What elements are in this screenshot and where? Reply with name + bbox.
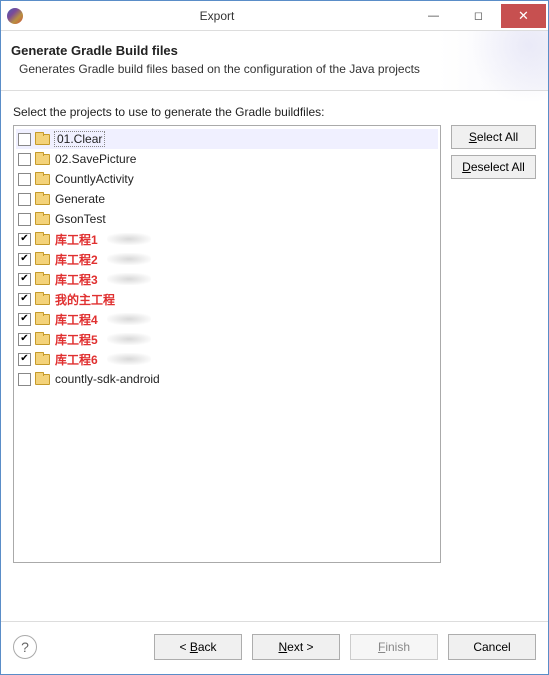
project-name: 库工程5 bbox=[54, 331, 99, 348]
folder-icon bbox=[35, 133, 50, 145]
project-row[interactable]: CountlyActivity bbox=[16, 169, 438, 189]
project-name: Generate bbox=[54, 192, 106, 206]
side-button-column: Select All Deselect All bbox=[451, 125, 536, 179]
button-bar: ? < Back Next > Finish Cancel bbox=[1, 621, 548, 674]
project-row[interactable]: 库工程4 bbox=[16, 309, 438, 329]
next-button[interactable]: Next > bbox=[252, 634, 340, 660]
project-name: 库工程1 bbox=[54, 231, 99, 248]
middle-row: 01.Clear 02.SavePicture CountlyActivity Gen… bbox=[13, 125, 536, 613]
eclipse-icon bbox=[7, 8, 23, 24]
project-name: 我的主工程 bbox=[54, 291, 116, 308]
page-title: Generate Gradle Build files bbox=[11, 43, 532, 58]
project-checkbox[interactable] bbox=[18, 273, 31, 286]
project-name: 库工程2 bbox=[54, 251, 99, 268]
maximize-button[interactable]: ◻ bbox=[456, 4, 501, 28]
project-checkbox[interactable] bbox=[18, 213, 31, 226]
titlebar: Export — ◻ ✕ bbox=[1, 1, 548, 31]
project-row[interactable]: 库工程3 bbox=[16, 269, 438, 289]
help-button[interactable]: ? bbox=[13, 635, 37, 659]
project-checkbox[interactable] bbox=[18, 313, 31, 326]
project-row[interactable]: 库工程2 bbox=[16, 249, 438, 269]
select-all-button[interactable]: Select All bbox=[451, 125, 536, 149]
close-button[interactable]: ✕ bbox=[501, 4, 546, 28]
project-checkbox[interactable] bbox=[18, 173, 31, 186]
project-row[interactable]: 我的主工程 bbox=[16, 289, 438, 309]
project-checkbox[interactable] bbox=[18, 133, 31, 146]
project-checkbox[interactable] bbox=[18, 153, 31, 166]
window-title: Export bbox=[23, 9, 411, 23]
folder-icon bbox=[35, 153, 50, 165]
project-name: 01.Clear bbox=[54, 131, 105, 147]
project-checkbox[interactable] bbox=[18, 333, 31, 346]
folder-icon bbox=[35, 193, 50, 205]
project-row[interactable]: 库工程6 bbox=[16, 349, 438, 369]
project-name: CountlyActivity bbox=[54, 172, 135, 186]
minimize-button[interactable]: — bbox=[411, 4, 456, 28]
folder-icon bbox=[35, 213, 50, 225]
project-name: 库工程6 bbox=[54, 351, 99, 368]
instruction-label: Select the projects to use to generate t… bbox=[13, 105, 536, 119]
folder-icon bbox=[35, 313, 50, 325]
project-row[interactable]: 01.Clear bbox=[16, 129, 438, 149]
cancel-button[interactable]: Cancel bbox=[448, 634, 536, 660]
project-checkbox[interactable] bbox=[18, 193, 31, 206]
project-checkbox[interactable] bbox=[18, 373, 31, 386]
folder-icon bbox=[35, 233, 50, 245]
project-row[interactable]: GsonTest bbox=[16, 209, 438, 229]
project-name: countly-sdk-android bbox=[54, 372, 161, 386]
redaction-smudge bbox=[107, 333, 151, 345]
project-checkbox[interactable] bbox=[18, 353, 31, 366]
folder-icon bbox=[35, 173, 50, 185]
project-list[interactable]: 01.Clear 02.SavePicture CountlyActivity Gen… bbox=[13, 125, 441, 563]
redaction-smudge bbox=[107, 353, 151, 365]
folder-icon bbox=[35, 353, 50, 365]
finish-button: Finish bbox=[350, 634, 438, 660]
redaction-smudge bbox=[107, 313, 151, 325]
project-row[interactable]: countly-sdk-android bbox=[16, 369, 438, 389]
content-area: Select the projects to use to generate t… bbox=[1, 91, 548, 621]
page-subtitle: Generates Gradle build files based on th… bbox=[19, 62, 532, 76]
project-checkbox[interactable] bbox=[18, 233, 31, 246]
project-name: GsonTest bbox=[54, 212, 107, 226]
project-name: 02.SavePicture bbox=[54, 152, 137, 166]
project-row[interactable]: 库工程5 bbox=[16, 329, 438, 349]
redaction-smudge bbox=[107, 273, 151, 285]
project-checkbox[interactable] bbox=[18, 253, 31, 266]
folder-icon bbox=[35, 293, 50, 305]
redaction-smudge bbox=[107, 233, 151, 245]
folder-icon bbox=[35, 333, 50, 345]
deselect-all-button[interactable]: Deselect All bbox=[451, 155, 536, 179]
project-name: 库工程4 bbox=[54, 311, 99, 328]
redaction-smudge bbox=[107, 253, 151, 265]
project-checkbox[interactable] bbox=[18, 293, 31, 306]
project-row[interactable]: 02.SavePicture bbox=[16, 149, 438, 169]
folder-icon bbox=[35, 373, 50, 385]
folder-icon bbox=[35, 273, 50, 285]
project-row[interactable]: 库工程1 bbox=[16, 229, 438, 249]
project-name: 库工程3 bbox=[54, 271, 99, 288]
folder-icon bbox=[35, 253, 50, 265]
project-row[interactable]: Generate bbox=[16, 189, 438, 209]
back-button[interactable]: < Back bbox=[154, 634, 242, 660]
wizard-header: Generate Gradle Build files Generates Gr… bbox=[1, 31, 548, 91]
